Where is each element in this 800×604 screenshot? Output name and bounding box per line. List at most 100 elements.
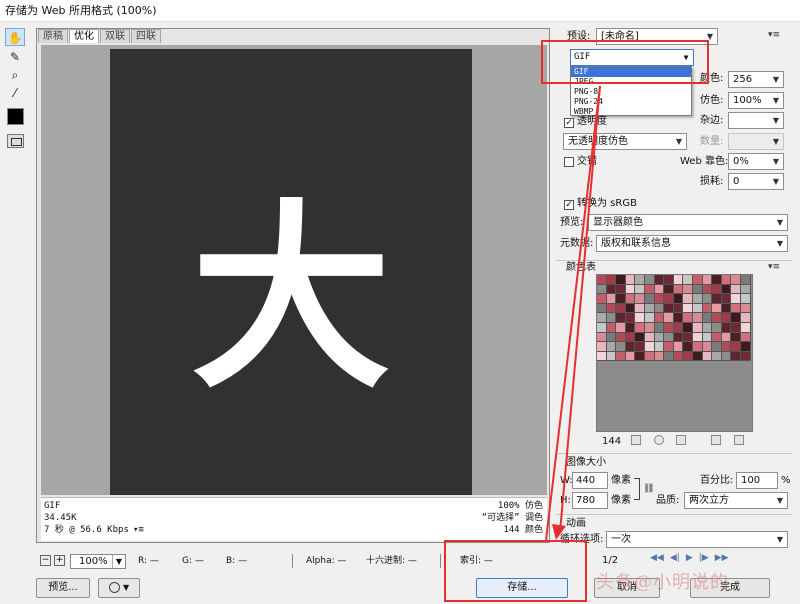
color-swatch[interactable] <box>654 322 665 333</box>
color-swatch[interactable] <box>616 275 626 285</box>
color-swatch[interactable] <box>721 303 732 314</box>
color-swatch[interactable] <box>606 284 617 295</box>
color-swatch[interactable] <box>625 332 636 343</box>
color-swatch[interactable] <box>654 332 665 343</box>
color-swatch[interactable] <box>721 332 732 343</box>
color-swatch[interactable] <box>597 351 607 362</box>
tab-2-up[interactable]: 双联 <box>100 29 130 43</box>
color-swatch[interactable] <box>683 275 693 285</box>
color-swatch[interactable] <box>673 275 684 285</box>
color-swatch[interactable] <box>635 322 645 333</box>
map-transparency-icon[interactable] <box>654 435 664 445</box>
slice-select-tool-icon[interactable]: ✎ <box>5 48 25 66</box>
color-swatch[interactable] <box>654 303 665 314</box>
color-swatch[interactable] <box>635 294 645 304</box>
color-swatch[interactable] <box>606 332 617 343</box>
optimize-menu-icon[interactable]: ▾≡ <box>768 30 780 41</box>
color-table-grid[interactable] <box>597 275 752 362</box>
color-swatch[interactable] <box>664 303 674 314</box>
color-swatch[interactable] <box>740 294 751 304</box>
metadata-select[interactable]: 版权和联系信息 ▼ <box>596 235 788 252</box>
color-swatch[interactable] <box>644 342 655 352</box>
trash-icon[interactable] <box>734 435 744 445</box>
color-swatch[interactable] <box>712 332 722 343</box>
hand-tool-icon[interactable]: ✋ <box>5 28 25 46</box>
color-swatch[interactable] <box>692 351 703 362</box>
color-swatch[interactable] <box>644 303 655 314</box>
color-swatch[interactable] <box>606 322 617 333</box>
color-swatch[interactable] <box>683 351 693 362</box>
color-swatch[interactable] <box>664 294 674 304</box>
color-swatch[interactable] <box>597 322 607 333</box>
color-swatch[interactable] <box>683 284 693 295</box>
color-swatch[interactable] <box>635 342 645 352</box>
color-swatch[interactable] <box>616 284 626 295</box>
color-swatch[interactable] <box>721 313 732 323</box>
matte-select[interactable]: ▼ <box>728 112 784 129</box>
toggle-slices-icon[interactable] <box>7 134 24 148</box>
color-swatch[interactable] <box>673 332 684 343</box>
color-swatch[interactable] <box>616 313 626 323</box>
color-swatch[interactable] <box>616 332 626 343</box>
color-swatch[interactable] <box>616 342 626 352</box>
color-swatch[interactable] <box>625 303 636 314</box>
color-swatch[interactable] <box>740 351 751 362</box>
color-swatch[interactable] <box>616 351 626 362</box>
color-swatch[interactable] <box>712 351 722 362</box>
color-swatch[interactable] <box>616 322 626 333</box>
color-swatch[interactable] <box>731 275 741 285</box>
color-swatch[interactable] <box>683 313 693 323</box>
color-swatch[interactable] <box>664 332 674 343</box>
color-swatch[interactable] <box>692 332 703 343</box>
color-swatch[interactable] <box>654 275 665 285</box>
color-swatch[interactable] <box>664 342 674 352</box>
color-swatch[interactable] <box>644 351 655 362</box>
color-swatch[interactable] <box>702 342 713 352</box>
zoom-level-select[interactable]: 100% ▼ <box>70 554 126 569</box>
colors-select[interactable]: 256 ▼ <box>728 71 784 88</box>
color-swatch[interactable] <box>664 351 674 362</box>
color-swatch[interactable] <box>702 275 713 285</box>
color-swatch[interactable] <box>635 351 645 362</box>
color-swatch[interactable] <box>635 313 645 323</box>
color-swatch[interactable] <box>644 294 655 304</box>
loop-options-select[interactable]: 一次 ▼ <box>606 531 788 548</box>
color-swatch[interactable] <box>731 332 741 343</box>
play-icon[interactable]: ▶ <box>686 553 693 567</box>
next-frame-icon[interactable]: |▶ <box>699 553 709 567</box>
color-swatch[interactable] <box>683 332 693 343</box>
color-swatch[interactable] <box>673 342 684 352</box>
color-swatch[interactable] <box>625 342 636 352</box>
color-swatch[interactable] <box>702 303 713 314</box>
color-table[interactable] <box>596 274 753 432</box>
color-swatch[interactable] <box>740 322 751 333</box>
zoom-tool-icon[interactable]: ⌕ <box>5 66 25 84</box>
color-swatch[interactable] <box>721 294 732 304</box>
color-swatch[interactable] <box>731 313 741 323</box>
color-swatch[interactable] <box>721 322 732 333</box>
tab-original[interactable]: 原稿 <box>38 29 68 43</box>
color-swatch[interactable] <box>606 342 617 352</box>
color-table-menu-icon[interactable]: ▾≡ <box>768 262 780 273</box>
color-swatch[interactable] <box>712 303 722 314</box>
color-swatch[interactable] <box>712 275 722 285</box>
color-swatch[interactable] <box>731 303 741 314</box>
color-swatch[interactable] <box>597 342 607 352</box>
color-swatch[interactable] <box>625 275 636 285</box>
color-swatch[interactable] <box>635 275 645 285</box>
tab-optimized[interactable]: 优化 <box>69 29 99 43</box>
link-chain-icon[interactable]: ⛓ <box>643 482 654 496</box>
color-swatch[interactable] <box>721 284 732 295</box>
color-swatch[interactable] <box>692 284 703 295</box>
lossy-select[interactable]: 0 ▼ <box>728 173 784 190</box>
color-swatch[interactable] <box>740 313 751 323</box>
color-swatch[interactable] <box>664 284 674 295</box>
color-swatch[interactable] <box>597 303 607 314</box>
color-swatch[interactable] <box>683 322 693 333</box>
color-swatch[interactable] <box>721 275 732 285</box>
color-swatch[interactable] <box>683 303 693 314</box>
color-swatch[interactable] <box>635 284 645 295</box>
color-swatch[interactable] <box>606 303 617 314</box>
color-swatch[interactable] <box>692 313 703 323</box>
color-swatch[interactable] <box>606 275 617 285</box>
